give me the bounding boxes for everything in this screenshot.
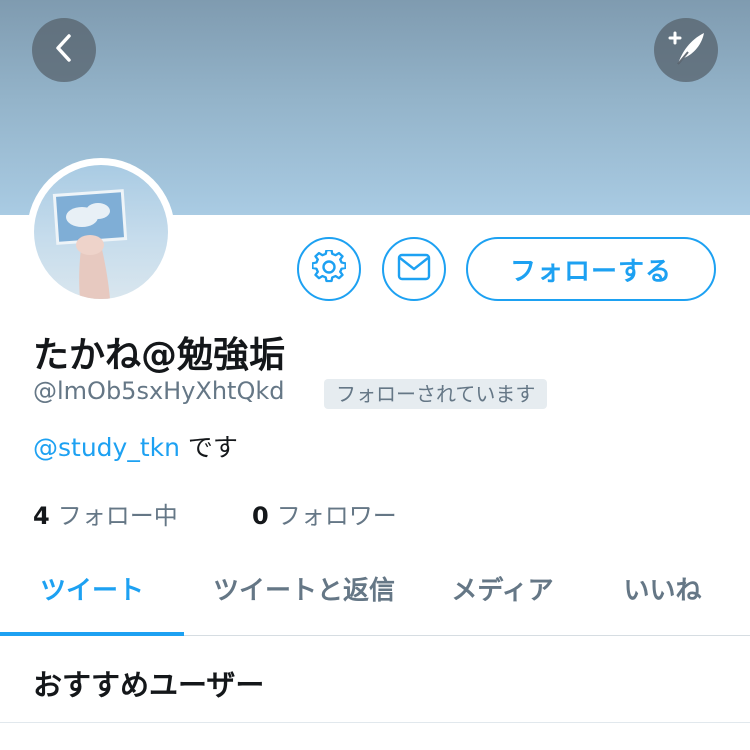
chevron-left-icon xyxy=(52,33,76,67)
gear-icon xyxy=(311,249,347,288)
tab-tweets[interactable]: ツイート xyxy=(0,560,184,636)
tab-media[interactable]: メディア xyxy=(430,560,575,633)
avatar-image xyxy=(34,165,168,299)
profile-bio: @study_tkn です xyxy=(33,428,238,464)
envelope-icon xyxy=(397,253,431,285)
tab-tweets-and-replies[interactable]: ツイートと返信 xyxy=(194,560,414,633)
follow-button[interactable]: フォローする xyxy=(466,237,716,301)
recommended-users-heading: おすすめユーザー xyxy=(33,668,265,702)
display-name: たかね@勉強垢 xyxy=(33,335,286,376)
following-label: フォロー中 xyxy=(57,502,178,530)
direct-message-button[interactable] xyxy=(382,237,446,301)
profile-settings-button[interactable] xyxy=(297,237,361,301)
tab-likes[interactable]: いいね xyxy=(595,560,730,633)
following-count: 4 xyxy=(33,502,50,530)
bio-mention-link[interactable]: @study_tkn xyxy=(33,433,180,462)
divider xyxy=(0,722,750,723)
follows-you-badge: フォローされています xyxy=(324,379,548,409)
followers-label: フォロワー xyxy=(276,502,397,530)
followers-count: 0 xyxy=(252,502,269,530)
bio-text: です xyxy=(179,433,238,462)
following-stat[interactable]: 4 フォロー中 xyxy=(33,496,178,531)
profile-tabs: ツイート ツイートと返信 メディア いいね xyxy=(0,560,750,636)
compose-tweet-button[interactable] xyxy=(654,18,718,82)
followers-stat[interactable]: 0 フォロワー xyxy=(252,496,397,531)
quill-plus-icon xyxy=(664,28,708,72)
avatar[interactable] xyxy=(27,158,175,306)
username-handle: @lmOb5sxHyXhtQkd xyxy=(33,377,285,405)
back-button[interactable] xyxy=(32,18,96,82)
